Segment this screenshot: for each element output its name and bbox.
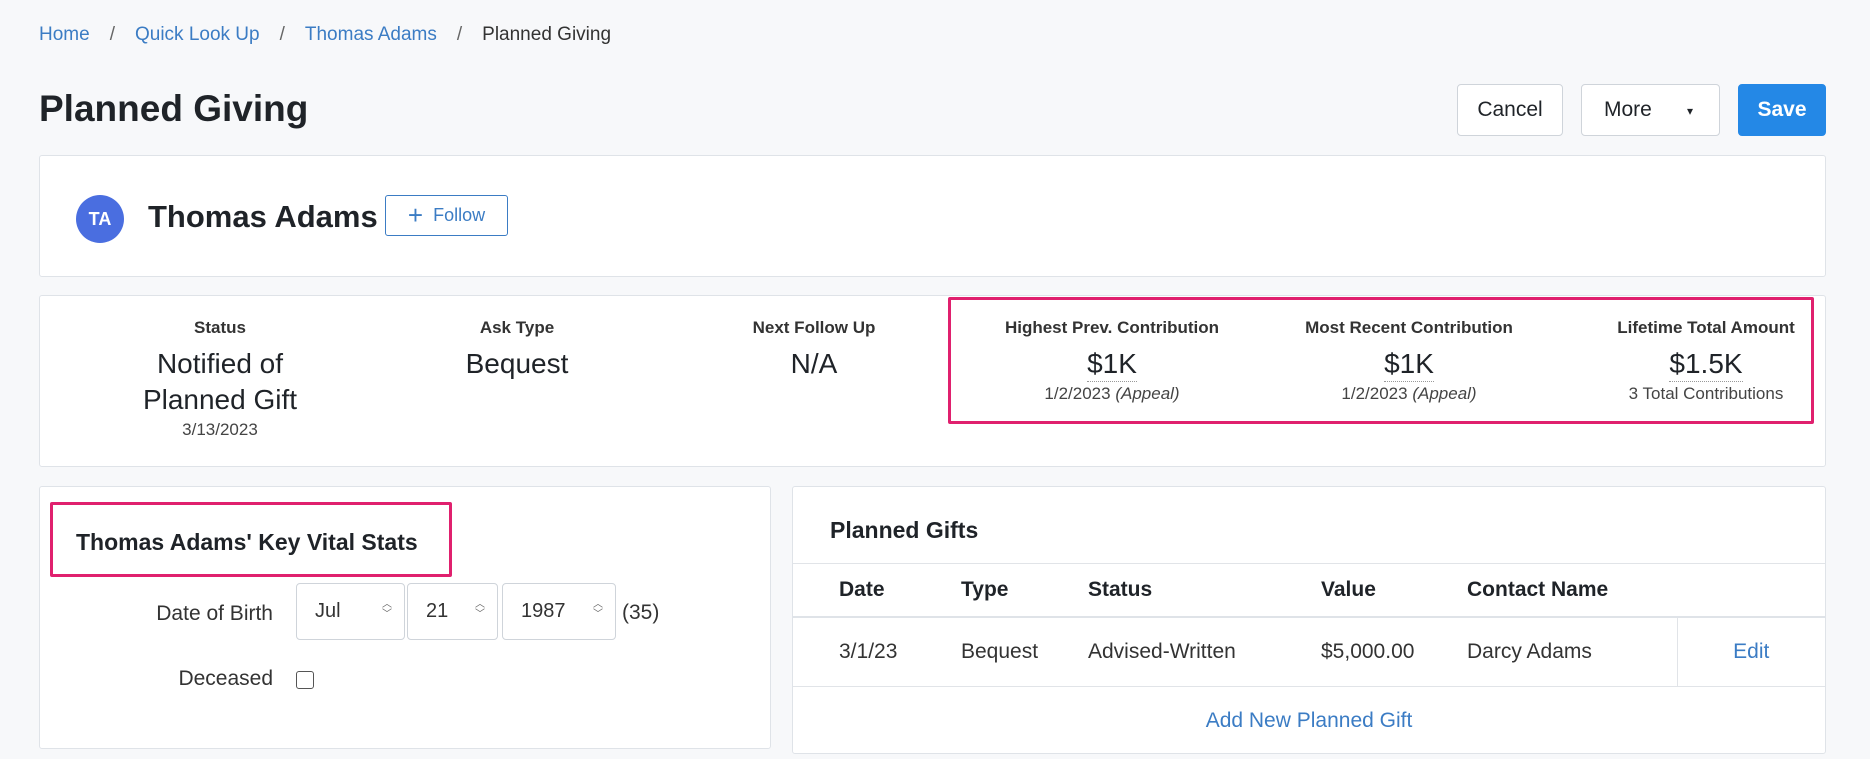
vital-stats-card: Thomas Adams' Key Vital Stats Date of Bi… — [39, 486, 771, 749]
deceased-checkbox[interactable] — [296, 671, 314, 689]
person-name: Thomas Adams — [148, 199, 378, 234]
dob-month-select[interactable]: Jul ︿ ﹀ — [296, 583, 405, 640]
add-new-planned-gift-link[interactable]: Add New Planned Gift — [793, 709, 1825, 733]
stat-value[interactable]: $1K — [1087, 348, 1137, 382]
stat-sub: 3/13/2023 — [182, 420, 258, 439]
edit-link[interactable]: Edit — [1733, 640, 1769, 663]
stat-value: N/A — [790, 348, 838, 379]
breadcrumb-separator: / — [109, 24, 115, 45]
dob-year-select[interactable]: 1987 ︿ ﹀ — [502, 583, 616, 640]
stat-label: Ask Type — [479, 318, 555, 337]
age-value: (35) — [622, 601, 660, 624]
breadcrumb-home[interactable]: Home — [39, 24, 90, 46]
planned-gifts-title: Planned Gifts — [830, 517, 979, 543]
stat-next-follow-up: Next Follow Up N/A — [664, 318, 964, 382]
stat-status: Status Notified of Planned Gift 3/13/202… — [70, 318, 370, 440]
breadcrumb-current: Planned Giving — [482, 24, 612, 45]
stat-value: Notified of Planned Gift — [142, 348, 298, 415]
stat-value-wrap: $1K — [962, 346, 1262, 382]
breadcrumb-person[interactable]: Thomas Adams — [305, 24, 437, 46]
stat-value[interactable]: $1K — [1384, 348, 1434, 382]
spinner-arrows-icon: ︿ ﹀ — [593, 599, 603, 620]
planned-gifts-table: Date Type Status Value Contact Name 3/1/… — [793, 563, 1825, 687]
stat-sub-date: 1/2/2023 — [1044, 384, 1111, 403]
more-button[interactable]: More ▾ — [1581, 84, 1720, 136]
cell-status: Advised-Written — [1088, 616, 1321, 687]
follow-button[interactable]: + Follow — [385, 195, 508, 236]
table-row: 3/1/23 Bequest Advised-Written $5,000.00… — [793, 616, 1825, 687]
stat-label: Highest Prev. Contribution — [1004, 318, 1220, 337]
column-header-value: Value — [1321, 563, 1467, 618]
stat-label: Status — [194, 318, 246, 337]
stat-label: Most Recent Contribution — [1305, 318, 1513, 337]
cell-contact-name: Darcy Adams — [1467, 616, 1677, 687]
cell-value: $5,000.00 — [1321, 616, 1467, 687]
column-header-date: Date — [793, 563, 961, 618]
breadcrumb-separator: / — [456, 24, 463, 45]
stat-label: Lifetime Total Amount — [1617, 318, 1795, 337]
person-card: TA Thomas Adams + Follow — [39, 155, 1826, 277]
dob-day-value: 21 — [426, 600, 449, 622]
cell-date: 3/1/23 — [793, 616, 961, 687]
cell-actions: Edit — [1676, 616, 1825, 687]
stat-sub-date: 1/2/2023 — [1341, 384, 1408, 403]
spinner-arrows-icon: ︿ ﹀ — [382, 599, 392, 620]
dob-month-value: Jul — [315, 600, 341, 622]
column-header-status: Status — [1088, 563, 1321, 618]
avatar: TA — [76, 195, 124, 243]
breadcrumb: Home / Quick Look Up / Thomas Adams / Pl… — [39, 24, 611, 46]
stats-card: Status Notified of Planned Gift 3/13/202… — [39, 295, 1826, 467]
planned-gifts-card: Planned Gifts Date Type Status Value Con… — [792, 486, 1826, 754]
spinner-arrows-icon: ︿ ﹀ — [475, 599, 485, 620]
column-header-type: Type — [961, 563, 1088, 618]
stat-highest-contribution: Highest Prev. Contribution $1K 1/2/2023 … — [962, 318, 1262, 404]
follow-label: Follow — [433, 205, 486, 225]
table-header-row: Date Type Status Value Contact Name — [793, 563, 1825, 618]
more-button-label: More — [1604, 98, 1652, 121]
stat-value: Bequest — [465, 348, 569, 379]
dob-year-value: 1987 — [521, 600, 566, 622]
stat-value-wrap: $1.5K — [1556, 346, 1856, 382]
dob-day-select[interactable]: 21 ︿ ﹀ — [407, 583, 498, 640]
breadcrumb-quick-look-up[interactable]: Quick Look Up — [135, 24, 260, 46]
page-title: Planned Giving — [39, 88, 309, 129]
date-of-birth-label: Date of Birth — [156, 602, 273, 625]
stat-sub: 3 Total Contributions — [1628, 384, 1784, 403]
stat-value-wrap: $1K — [1259, 346, 1559, 382]
stat-sub: 1/2/2023 (Appeal) — [962, 384, 1262, 404]
caret-down-icon: ▾ — [1686, 104, 1693, 118]
stat-sub-note: (Appeal) — [1412, 384, 1477, 403]
deceased-label: Deceased — [178, 667, 273, 690]
plus-icon: + — [407, 199, 424, 230]
save-button[interactable]: Save — [1738, 84, 1826, 136]
stat-sub: 1/2/2023 (Appeal) — [1259, 384, 1559, 404]
stat-ask-type: Ask Type Bequest — [367, 318, 667, 382]
cell-type: Bequest — [961, 616, 1088, 687]
column-header-actions — [1677, 563, 1825, 618]
stat-label: Next Follow Up — [752, 318, 876, 337]
vital-stats-title: Thomas Adams' Key Vital Stats — [76, 529, 418, 555]
stat-sub-note: (Appeal) — [1115, 384, 1180, 403]
stat-most-recent-contribution: Most Recent Contribution $1K 1/2/2023 (A… — [1259, 318, 1559, 404]
breadcrumb-separator: / — [279, 24, 285, 45]
cancel-button[interactable]: Cancel — [1457, 84, 1563, 136]
stat-lifetime-total: Lifetime Total Amount $1.5K 3 Total Cont… — [1556, 318, 1856, 404]
column-header-contact-name: Contact Name — [1467, 563, 1677, 618]
stat-value[interactable]: $1.5K — [1669, 348, 1743, 382]
